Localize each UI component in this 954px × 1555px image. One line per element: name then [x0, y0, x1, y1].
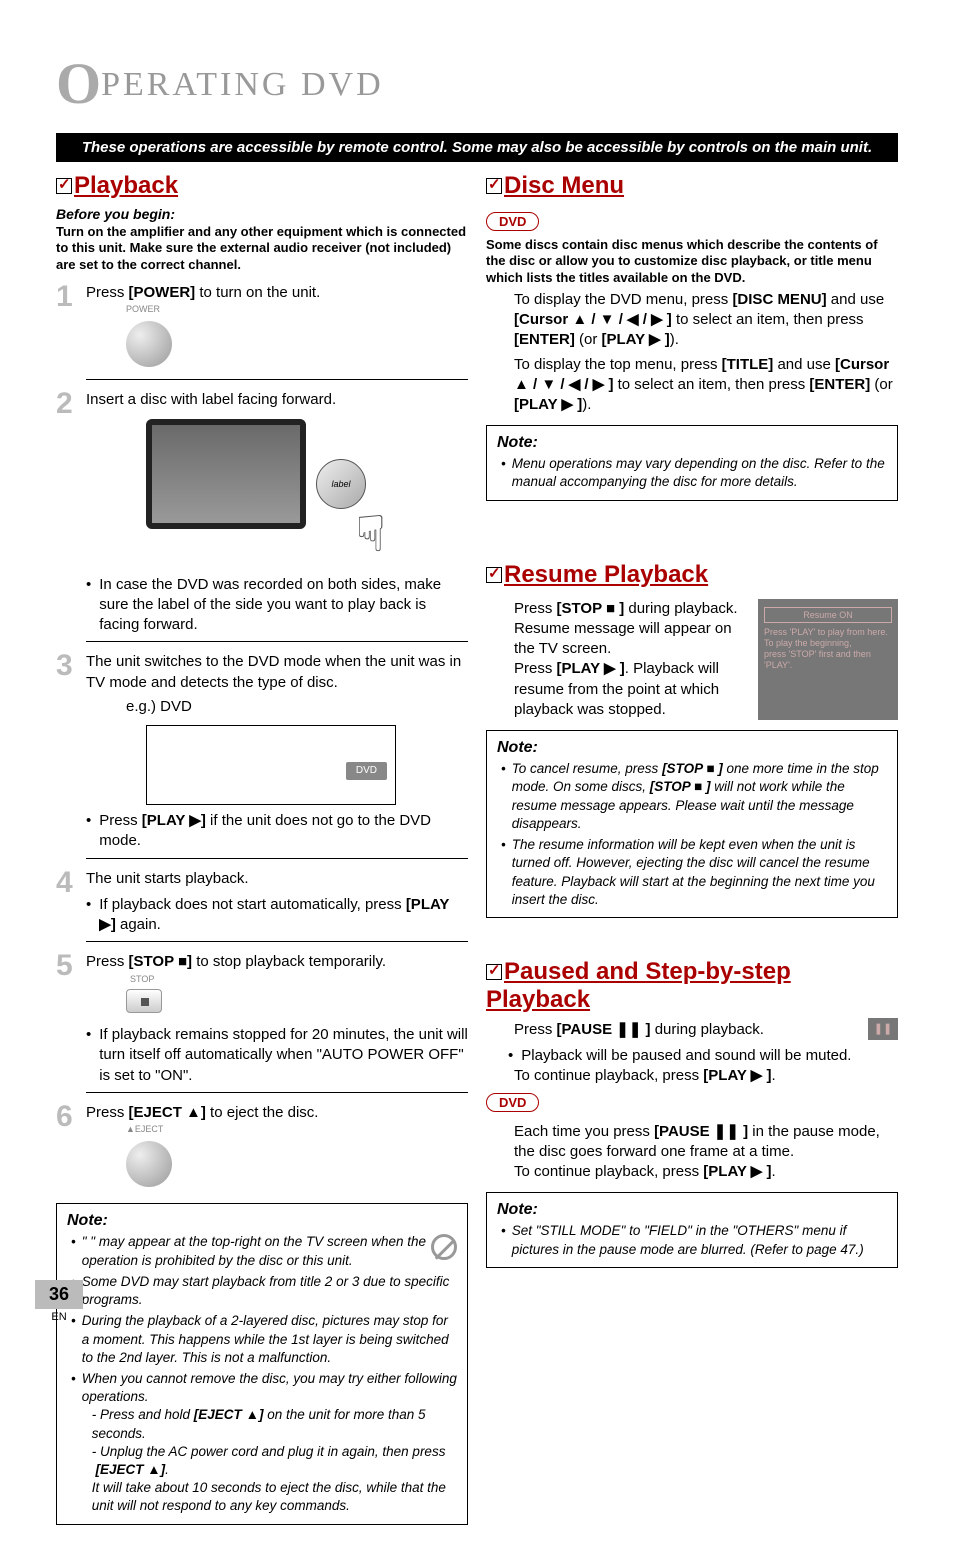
t: The unit switches to the DVD mode when t…: [86, 653, 461, 690]
dvd-tag: DVD: [486, 1093, 539, 1112]
check-icon: [56, 178, 72, 194]
right-column: Disc Menu DVD Some discs contain disc me…: [486, 172, 898, 1525]
paused-note: Note: •Set "STILL MODE" to "FIELD" in th…: [486, 1192, 898, 1267]
dvd-tag: DVD: [486, 212, 539, 231]
check-icon: [486, 964, 502, 980]
tv-insert-illustration: label ☟: [146, 419, 406, 569]
check-icon: [486, 567, 502, 583]
stop-button-illustration: [126, 989, 162, 1013]
osd-title: Resume ON: [764, 607, 892, 624]
step-1: 1 Press [POWER] to turn on the unit. POW…: [56, 283, 468, 381]
note-title: Note:: [67, 1212, 457, 1230]
osd-body: Press 'PLAY' to play from here. To play …: [764, 627, 892, 670]
step-number: 2: [56, 390, 76, 642]
t: During the playback of a 2-layered disc,…: [82, 1312, 457, 1367]
page-footer: 36 EN: [35, 1280, 83, 1323]
t: Set "STILL MODE" to "FIELD" in the "OTHE…: [512, 1222, 887, 1258]
section-paused-title: Paused and Step-by-step Playback: [486, 958, 898, 1014]
section-discmenu-title: Disc Menu: [486, 172, 898, 200]
info-banner: These operations are accessible by remot…: [56, 133, 898, 162]
disc-label: label: [331, 478, 350, 490]
dvd-screen-illustration: DVD: [146, 725, 396, 805]
left-column: Playback Before you begin: Turn on the a…: [56, 172, 468, 1525]
lang-label: EN: [35, 1311, 83, 1323]
step-number: 4: [56, 869, 76, 943]
step-4: 4 The unit starts playback. •If playback…: [56, 869, 468, 943]
hand-icon: ☟: [356, 501, 386, 569]
eg-label: e.g.) DVD: [126, 697, 468, 717]
t: Insert a disc with label facing forward.: [86, 391, 336, 408]
resume-note: Note: •To cancel resume, press [STOP ■ ]…: [486, 730, 898, 918]
paused-p2: Each time you press [PAUSE ❚❚ ] in the p…: [514, 1122, 898, 1183]
t: To cancel resume, press [STOP ■ ] one mo…: [512, 760, 887, 833]
t: In case the DVD was recorded on both sid…: [99, 575, 468, 636]
section-playback-title: Playback: [56, 172, 468, 200]
resume-osd: Resume ON Press 'PLAY' to play from here…: [758, 599, 898, 721]
t: The unit starts playback.: [86, 870, 249, 887]
stop-label: STOP: [130, 973, 468, 985]
t: When you cannot remove the disc, you may…: [82, 1370, 457, 1516]
discmenu-intro: Some discs contain disc menus which desc…: [486, 237, 898, 286]
t: to turn on the unit.: [195, 284, 320, 301]
step-2: 2 Insert a disc with label facing forwar…: [56, 390, 468, 642]
t: Resume Playback: [504, 561, 708, 588]
pause-osd-icon: ❚❚: [868, 1018, 898, 1040]
t: " " may appear at the top-right on the T…: [82, 1233, 457, 1269]
t: Press: [86, 284, 129, 301]
t: Some DVD may start playback from title 2…: [82, 1273, 457, 1309]
t: Press [PLAY ▶] if the unit does not go t…: [99, 811, 468, 852]
eject-button-illustration: [126, 1141, 172, 1187]
chapter-title: OPERATING DVD: [56, 50, 898, 121]
power-label: POWER: [126, 303, 468, 315]
t: Menu operations may vary depending on th…: [512, 455, 887, 491]
dropcap: O: [56, 51, 101, 116]
t: Disc Menu: [504, 172, 624, 199]
playback-title-text: Playback: [74, 172, 178, 199]
section-resume-title: Resume Playback: [486, 561, 898, 589]
before-begin: Before you begin:: [56, 206, 468, 222]
check-icon: [486, 178, 502, 194]
t: Paused and Step-by-step Playback: [486, 958, 791, 1013]
eject-label: ▲EJECT: [126, 1123, 468, 1135]
note-title: Note:: [497, 739, 887, 757]
power-button-illustration: [126, 321, 172, 367]
step-5: 5 Press [STOP ■] to stop playback tempor…: [56, 952, 468, 1092]
power-key: [POWER]: [129, 284, 196, 301]
step-number: 6: [56, 1103, 76, 1194]
discmenu-p2: To display the top menu, press [TITLE] a…: [514, 355, 898, 416]
discmenu-p1: To display the DVD menu, press [DISC MEN…: [514, 290, 898, 351]
t: Press [STOP ■] to stop playback temporar…: [86, 953, 386, 970]
t: The resume information will be kept even…: [512, 836, 887, 909]
step-number: 3: [56, 652, 76, 858]
step-number: 1: [56, 283, 76, 381]
playback-note: Note: •" " may appear at the top-right o…: [56, 1203, 468, 1524]
chapter-rest: PERATING DVD: [101, 66, 384, 103]
dvd-tag: DVD: [346, 762, 387, 780]
step-number: 5: [56, 952, 76, 1092]
page-number: 36: [35, 1280, 83, 1309]
paused-p1: ❚❚ Press [PAUSE ❚❚ ] during playback. •P…: [514, 1020, 898, 1087]
playback-intro: Turn on the amplifier and any other equi…: [56, 224, 468, 273]
t: If playback remains stopped for 20 minut…: [99, 1025, 468, 1086]
resume-text: Press [STOP ■ ] during playback. Resume …: [514, 599, 746, 721]
t: If playback does not start automatically…: [99, 895, 468, 936]
step-3: 3 The unit switches to the DVD mode when…: [56, 652, 468, 858]
t: Playback will be paused and sound will b…: [521, 1046, 851, 1066]
discmenu-note: Note: •Menu operations may vary dependin…: [486, 425, 898, 500]
step-6: 6 Press [EJECT ▲] to eject the disc. ▲EJ…: [56, 1103, 468, 1194]
note-title: Note:: [497, 1201, 887, 1219]
t: Press [EJECT ▲] to eject the disc.: [86, 1104, 318, 1121]
note-title: Note:: [497, 434, 887, 452]
